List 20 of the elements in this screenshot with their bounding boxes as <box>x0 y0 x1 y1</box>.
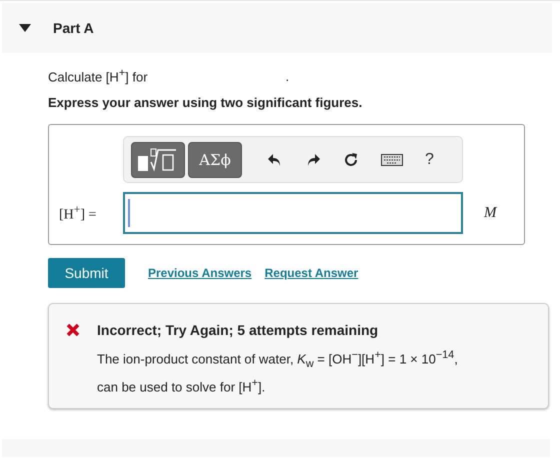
undo-icon[interactable] <box>267 152 283 166</box>
symbols-button[interactable]: ΑΣϕ <box>188 142 242 178</box>
answer-link[interactable]: Previous Answers <box>148 266 252 280</box>
answer-label: [H$^{+}$] = <box>58 202 98 224</box>
part-title: Part A <box>53 20 94 36</box>
answer-link[interactable]: Request Answer <box>264 266 358 280</box>
keyboard-icon[interactable] <box>381 154 403 166</box>
question-text: Calculate [H$^{+}$] for <box>48 67 148 85</box>
reset-icon[interactable] <box>343 152 359 168</box>
submit-button[interactable]: Submit <box>48 258 125 288</box>
feedback-text: The ion-product constant of water, K$_{w}$ = [OH$^{−}$][H$^{+}$] = 1 × 10$^{−14}$, can be used to solve for [H$^{+}$]. <box>97 348 459 396</box>
unit-label: M <box>484 204 496 222</box>
templates-button[interactable] <box>131 142 185 178</box>
part-header[interactable]: Part A <box>2 3 552 53</box>
instruction-text: Express your answer using two significant figures. <box>48 95 364 110</box>
feedback-title: Incorrect; Try Again; 5 attempts remaining <box>97 322 378 338</box>
redo-icon[interactable] <box>305 152 321 166</box>
help-button[interactable]: ? <box>421 150 438 168</box>
answer-field[interactable] <box>123 192 463 234</box>
question-period: . <box>286 68 290 84</box>
